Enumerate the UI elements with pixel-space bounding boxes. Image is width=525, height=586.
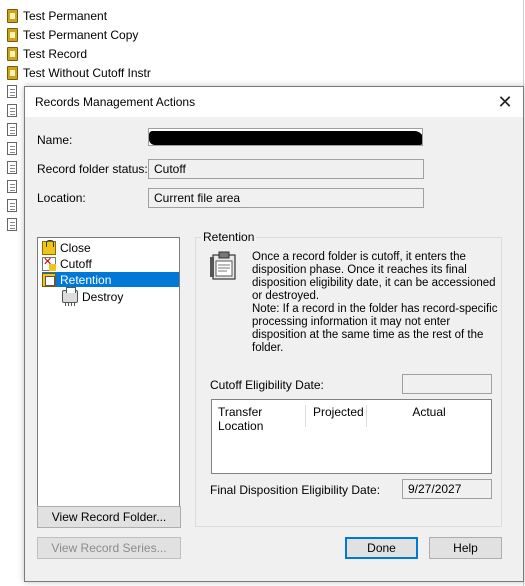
note-text: Note: If a record in the folder has reco… [252,303,498,354]
cutoff-icon [42,255,56,271]
retention-icon [42,272,56,287]
list-item[interactable]: Test Without Cutoff Instr [7,63,151,82]
document-icon[interactable] [7,180,17,193]
list-item[interactable]: Test Record [7,44,87,63]
shredder-icon [62,287,78,306]
retention-description: Once a record folder is cutoff, it enter… [252,251,502,355]
list-item-label: Test Permanent [23,8,108,23]
name-field-redacted [148,128,423,146]
tree-item-label: Destroy [82,289,124,304]
status-label: Record folder status: [37,162,148,176]
document-icon[interactable] [7,104,17,117]
retention-group-label: Retention [201,230,257,244]
tree-item-destroy[interactable]: Destroy [62,287,124,306]
column-header-transfer-location[interactable]: Transfer Location [212,405,306,433]
tree-item-label: Close [60,240,91,255]
list-item[interactable]: Test Permanent Copy [7,25,138,44]
name-label: Name: [37,133,73,147]
document-icon[interactable] [7,85,17,98]
record-folder-icon [7,46,18,61]
list-item-label: Test Without Cutoff Instr [23,65,151,80]
location-field: Current file area [148,188,424,208]
final-disposition-field: 9/27/2027 [402,479,492,499]
view-record-folder-button[interactable]: View Record Folder... [37,506,181,528]
dialog-titlebar[interactable]: Records Management Actions ✕ [25,87,523,117]
tree-item-close[interactable]: Close [42,239,91,255]
list-item-label: Test Record [23,46,88,61]
tree-item-cutoff[interactable]: Cutoff [42,255,92,271]
records-management-dialog: Records Management Actions ✕ Name: Recor… [24,86,524,582]
tree-item-retention[interactable]: Retention [42,272,179,287]
status-field: Cutoff [148,159,424,179]
action-tree[interactable]: Close Cutoff Retention Destroy [37,237,180,509]
description-text: Once a record folder is cutoff, it enter… [252,251,496,302]
document-icon[interactable] [7,199,17,212]
lock-folder-icon [42,239,56,255]
record-folder-icon [7,8,18,23]
dialog-title: Records Management Actions [35,95,196,109]
list-item[interactable]: Test Permanent [7,6,107,25]
tree-item-label: Retention [60,272,112,287]
help-button[interactable]: Help [429,537,502,559]
document-icon[interactable] [7,123,17,136]
list-item-label: Test Permanent Copy [23,27,139,42]
view-record-series-button[interactable]: View Record Series... [37,537,181,559]
record-folder-icon [7,65,18,80]
cutoff-eligibility-label: Cutoff Eligibility Date: [210,378,324,392]
disposition-table: Transfer Location Projected Actual [211,399,492,474]
final-disposition-label: Final Disposition Eligibility Date: [210,483,381,497]
document-icon[interactable] [7,161,17,174]
clipboard-icon [210,251,236,280]
document-icon[interactable] [7,142,17,155]
record-folder-icon [7,27,18,42]
document-icon[interactable] [7,218,17,231]
done-button[interactable]: Done [345,537,418,559]
close-icon[interactable]: ✕ [487,87,523,117]
column-header-actual[interactable]: Actual [368,405,490,427]
column-header-projected[interactable]: Projected [307,405,367,427]
location-label: Location: [37,191,86,205]
cutoff-eligibility-field [402,374,492,394]
tree-item-label: Cutoff [60,256,92,271]
